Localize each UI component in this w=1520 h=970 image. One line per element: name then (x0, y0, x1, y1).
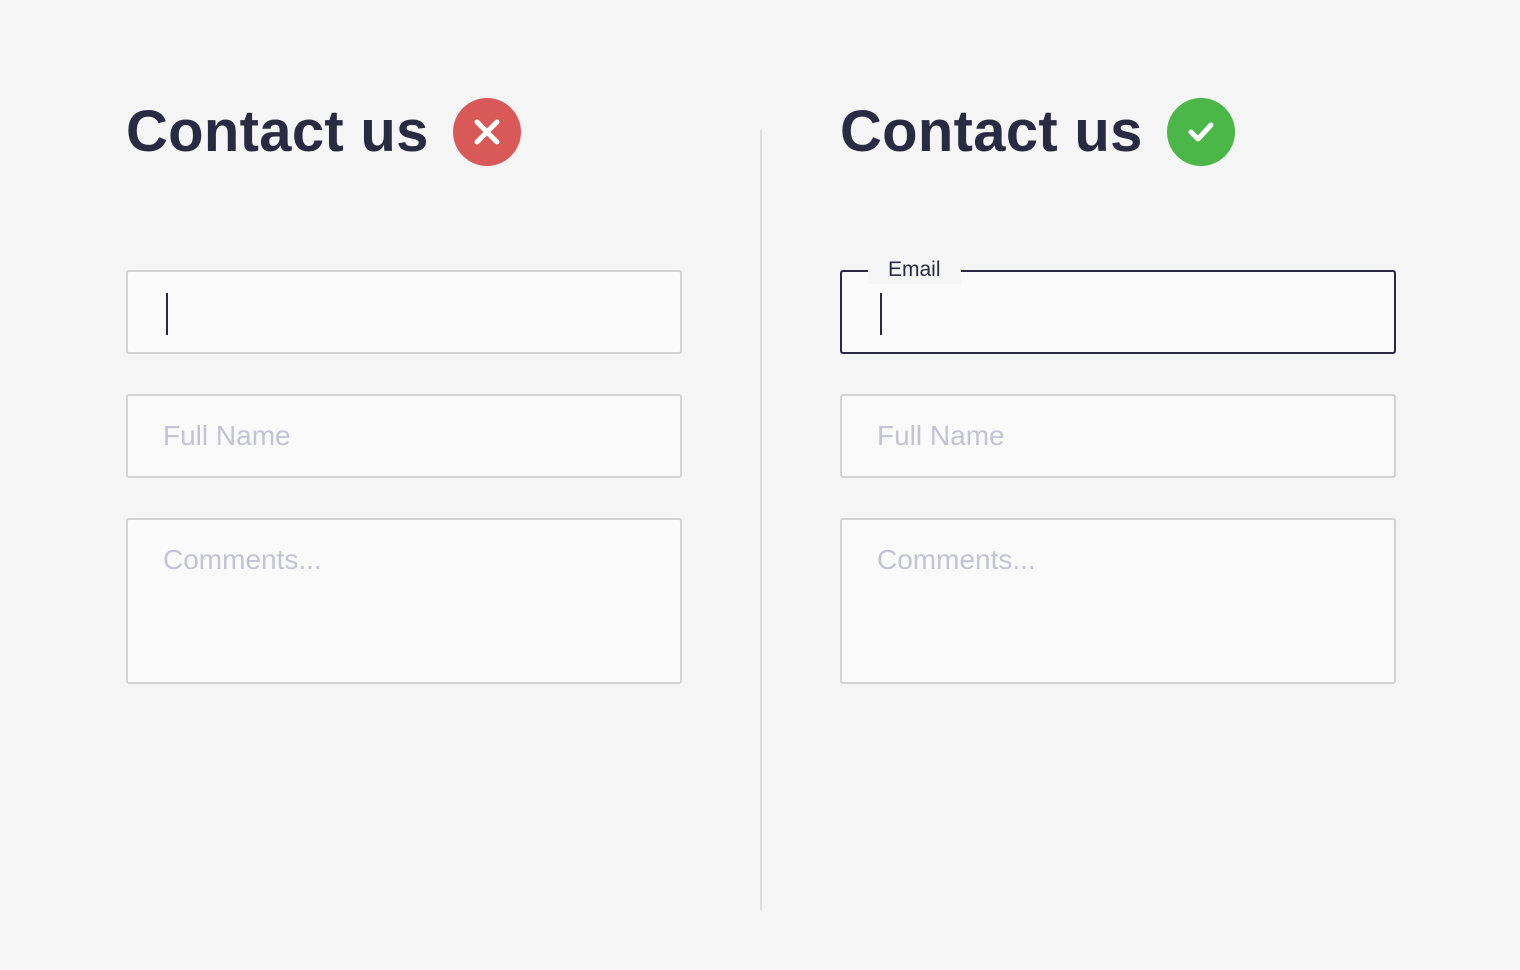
text-caret (880, 293, 882, 335)
email-field[interactable]: Email (840, 256, 1396, 354)
full-name-field[interactable]: Full Name (840, 394, 1396, 478)
bad-example-heading: Contact us (126, 96, 521, 168)
comments-field[interactable]: Comments... (126, 518, 682, 684)
email-label: Email (868, 256, 961, 284)
full-name-placeholder: Full Name (163, 420, 291, 451)
full-name-placeholder: Full Name (877, 420, 1005, 451)
divider (760, 130, 762, 910)
text-caret (166, 293, 168, 335)
email-field[interactable] (126, 270, 682, 354)
page-title: Contact us (840, 99, 1143, 164)
page-title: Contact us (126, 99, 429, 164)
comments-placeholder: Comments... (877, 544, 1036, 575)
check-icon (1166, 98, 1235, 166)
comments-field[interactable]: Comments... (840, 518, 1396, 684)
close-icon (452, 98, 521, 166)
bad-example-panel: Contact us Full Name Comments... (126, 0, 682, 970)
full-name-field[interactable]: Full Name (126, 394, 682, 478)
comments-placeholder: Comments... (163, 544, 322, 575)
good-example-panel: Contact us Email Full Name Comments... (840, 0, 1396, 970)
good-example-heading: Contact us (840, 96, 1235, 168)
